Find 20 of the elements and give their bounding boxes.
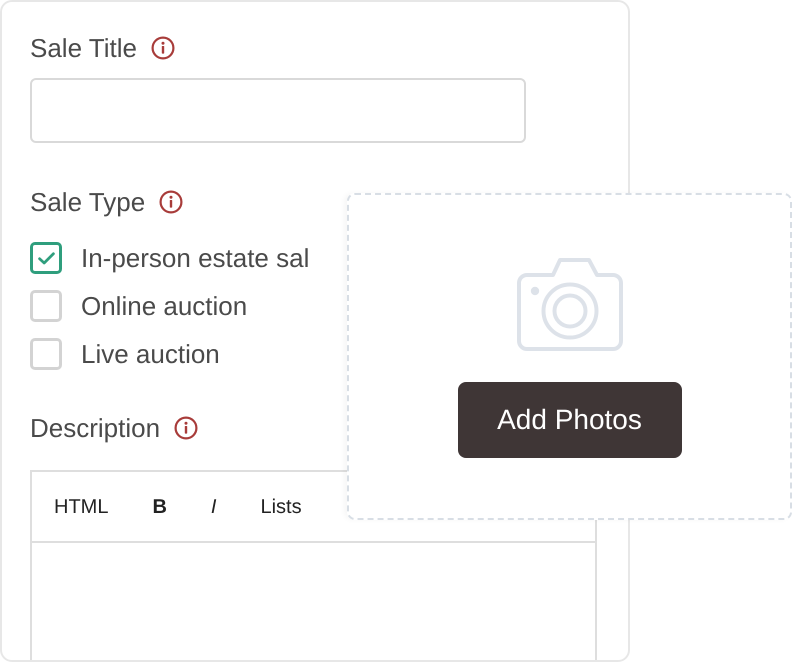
checkbox[interactable] xyxy=(30,338,62,370)
field-label: Description xyxy=(30,412,160,445)
italic-button[interactable]: I xyxy=(210,494,216,518)
lists-button[interactable]: Lists xyxy=(260,494,302,518)
bold-button[interactable]: B xyxy=(152,494,167,518)
add-photos-button[interactable]: Add Photos xyxy=(458,382,682,458)
field-label: Sale Title xyxy=(30,32,137,65)
checkbox-label: In-person estate sal xyxy=(81,242,310,274)
info-icon[interactable] xyxy=(174,416,198,440)
camera-icon xyxy=(516,257,622,351)
field-label: Sale Type xyxy=(30,186,146,219)
checkbox[interactable] xyxy=(30,242,62,274)
checkbox-label: Online auction xyxy=(81,290,248,322)
check-icon xyxy=(38,252,54,264)
html-button[interactable]: HTML xyxy=(54,494,108,518)
checkbox[interactable] xyxy=(30,290,62,322)
checkbox-label: Live auction xyxy=(81,338,220,370)
info-icon[interactable] xyxy=(159,190,184,214)
info-icon[interactable] xyxy=(150,36,175,60)
text-input-field[interactable] xyxy=(30,78,526,143)
